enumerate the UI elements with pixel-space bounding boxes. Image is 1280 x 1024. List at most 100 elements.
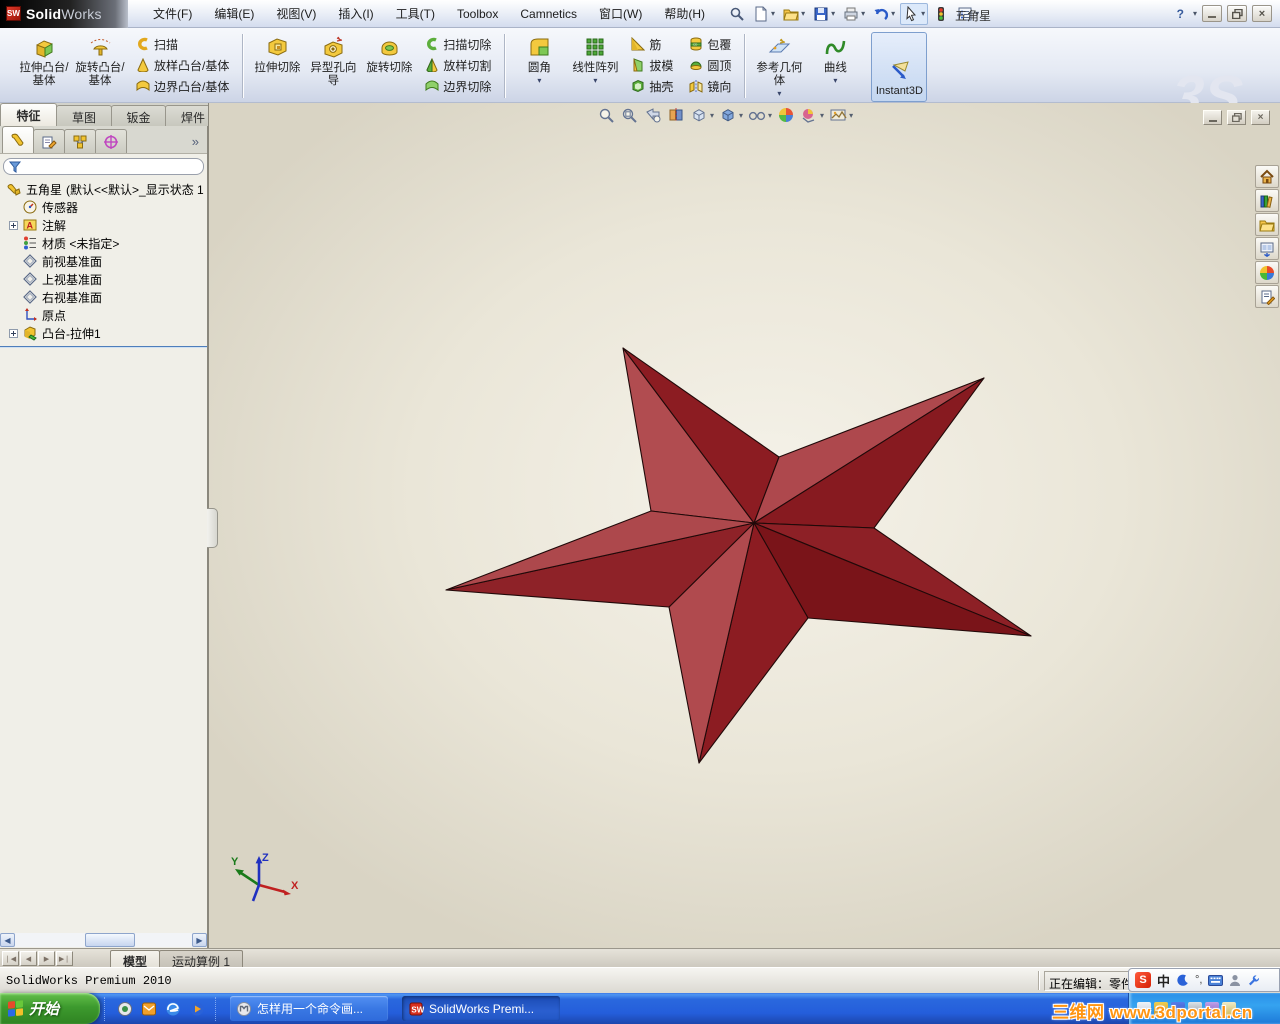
hole-wizard-button[interactable]: 异型孔向导 [305, 32, 361, 98]
tree-item-front-plane[interactable]: 前视基准面 [0, 252, 207, 270]
scrollbar-thumb[interactable] [85, 933, 135, 947]
tab-sheet-metal[interactable]: 钣金 [111, 105, 166, 126]
boundary-cut-button[interactable]: 边界切除 [421, 77, 495, 95]
expand-icon[interactable] [9, 328, 18, 338]
doc-close-button[interactable]: × [1251, 110, 1270, 125]
fillet-button[interactable]: 圆角 ▾ [511, 32, 567, 98]
tab-sketch[interactable]: 草图 [56, 105, 112, 126]
file-explorer-tab[interactable] [1255, 213, 1279, 236]
ime-language-toggle[interactable]: 中 [1157, 971, 1170, 990]
panel-collapse-handle[interactable] [207, 508, 218, 548]
camera-view-button[interactable]: ▾ [828, 106, 854, 124]
motion-study-tab[interactable]: 运动算例 1 [159, 950, 244, 969]
tab-scroll-right-button[interactable]: ▶ [38, 951, 55, 966]
section-view-button[interactable] [666, 106, 686, 124]
tree-horizontal-scrollbar[interactable]: ◀ ▶ [0, 933, 207, 947]
dropdown-caret-icon[interactable]: ▾ [710, 111, 714, 120]
boundary-boss-button[interactable]: 边界凸台/基体 [132, 77, 233, 95]
filter-input[interactable] [25, 160, 203, 173]
minimize-button[interactable] [1202, 5, 1222, 22]
start-button[interactable]: 开始 [0, 993, 100, 1024]
print-button[interactable]: ▾ [840, 3, 868, 25]
tree-item-material[interactable]: 材质 <未指定> [0, 234, 207, 252]
star-model[interactable] [209, 103, 1280, 948]
extruded-cut-button[interactable]: 拉伸切除 [249, 32, 305, 98]
dropdown-caret-icon[interactable]: ▾ [768, 111, 772, 120]
menu-help[interactable]: 帮助(H) [653, 0, 716, 27]
appearances-scenes-tab[interactable] [1255, 261, 1279, 284]
swept-cut-button[interactable]: 扫描切除 [421, 35, 495, 53]
fullwidth-moon-icon[interactable] [1176, 974, 1189, 987]
dropdown-caret-icon[interactable]: ▾ [820, 111, 824, 120]
dropdown-caret-icon[interactable]: ▾ [861, 9, 865, 18]
view-palette-tab[interactable] [1255, 237, 1279, 260]
ime-settings-wrench-icon[interactable] [1247, 974, 1260, 987]
sogou-ime-icon[interactable]: S [1135, 972, 1151, 988]
tree-item-annotations[interactable]: A 注解 [0, 216, 207, 234]
mail-client-icon[interactable] [141, 1001, 157, 1017]
help-button[interactable]: ? [1175, 7, 1186, 21]
shell-button[interactable]: 抽壳 [627, 77, 677, 95]
draft-button[interactable]: 拔模 [627, 56, 677, 74]
doc-minimize-button[interactable] [1203, 110, 1222, 125]
dropdown-caret-icon[interactable]: ▾ [1193, 9, 1197, 18]
dropdown-caret-icon[interactable]: ▾ [739, 111, 743, 120]
wrap-button[interactable]: CD 包覆 [685, 35, 735, 53]
dome-button[interactable]: 圆顶 [685, 56, 735, 74]
display-style-button[interactable]: ▾ [718, 106, 744, 124]
extruded-boss-button[interactable]: 拉伸凸台/基体 [16, 32, 72, 98]
scroll-left-button[interactable]: ◀ [0, 933, 15, 947]
dropdown-caret-icon[interactable]: ▾ [593, 76, 597, 85]
view-settings-button[interactable]: ▾ [799, 106, 825, 124]
curves-button[interactable]: 曲线 ▾ [807, 32, 863, 98]
dimxpertmanager-tab[interactable] [95, 129, 127, 153]
reference-geometry-button[interactable]: 参考几何体 ▾ [751, 32, 807, 98]
lofted-boss-button[interactable]: 放样凸台/基体 [132, 56, 233, 74]
graphics-viewport[interactable]: ▾ ▾ ▾ ▾ ▾ × X Y Z [208, 103, 1280, 948]
quick-launch-app-icon[interactable] [117, 1001, 133, 1017]
linear-pattern-button[interactable]: 线性阵列 ▾ [567, 32, 623, 98]
revolved-boss-button[interactable]: 旋转凸台/基体 [72, 32, 128, 98]
save-button[interactable]: ▾ [810, 3, 838, 25]
view-orientation-button[interactable]: ▾ [689, 106, 715, 124]
apply-scene-button[interactable] [776, 106, 796, 124]
lofted-cut-button[interactable]: 放样切割 [421, 56, 495, 74]
media-player-icon[interactable] [189, 1001, 205, 1017]
panel-overflow-chevron[interactable]: » [192, 134, 199, 153]
model-tab[interactable]: 模型 [110, 950, 161, 969]
doc-restore-button[interactable] [1227, 110, 1246, 125]
dropdown-caret-icon[interactable]: ▾ [849, 111, 853, 120]
dropdown-caret-icon[interactable]: ▾ [921, 9, 925, 18]
tree-item-top-plane[interactable]: 上视基准面 [0, 270, 207, 288]
zoom-to-fit-button[interactable] [597, 106, 617, 124]
tree-item-sensors[interactable]: 传感器 [0, 198, 207, 216]
tab-scroll-first-button[interactable]: ❘◀ [2, 951, 19, 966]
dropdown-caret-icon[interactable]: ▾ [831, 9, 835, 18]
ime-punctuation-toggle[interactable]: °, [1195, 974, 1202, 986]
tree-item-boss-extrude1[interactable]: 凸台-拉伸1 [0, 324, 207, 342]
design-library-tab[interactable] [1255, 189, 1279, 212]
menu-view[interactable]: 视图(V) [265, 0, 327, 27]
menu-insert[interactable]: 插入(I) [327, 0, 384, 27]
zoom-to-area-button[interactable] [620, 106, 640, 124]
tree-root-part[interactable]: 五角星 (默认<<默认>_显示状态 1 [0, 180, 207, 198]
tab-scroll-last-button[interactable]: ▶❘ [56, 951, 73, 966]
dropdown-caret-icon[interactable]: ▾ [771, 9, 775, 18]
dropdown-caret-icon[interactable]: ▾ [891, 9, 895, 18]
custom-properties-tab[interactable] [1255, 285, 1279, 308]
instant3d-toggle[interactable]: Instant3D [871, 32, 928, 102]
solidworks-resources-tab[interactable] [1255, 165, 1279, 188]
menu-edit[interactable]: 编辑(E) [203, 0, 265, 27]
restore-button[interactable] [1227, 5, 1247, 22]
expand-icon[interactable] [9, 220, 18, 230]
taskbar-solidworks-window[interactable]: SW SolidWorks Premi... [402, 996, 560, 1021]
menu-window[interactable]: 窗口(W) [588, 0, 653, 27]
dropdown-caret-icon[interactable]: ▾ [801, 9, 805, 18]
tab-scroll-left-button[interactable]: ◀ [20, 951, 37, 966]
dropdown-caret-icon[interactable]: ▾ [777, 89, 781, 98]
user-profile-icon[interactable] [1229, 974, 1241, 987]
open-button[interactable]: ▾ [780, 3, 808, 25]
menu-tools[interactable]: 工具(T) [385, 0, 446, 27]
tree-item-origin[interactable]: 原点 [0, 306, 207, 324]
tree-filter[interactable] [3, 158, 204, 175]
